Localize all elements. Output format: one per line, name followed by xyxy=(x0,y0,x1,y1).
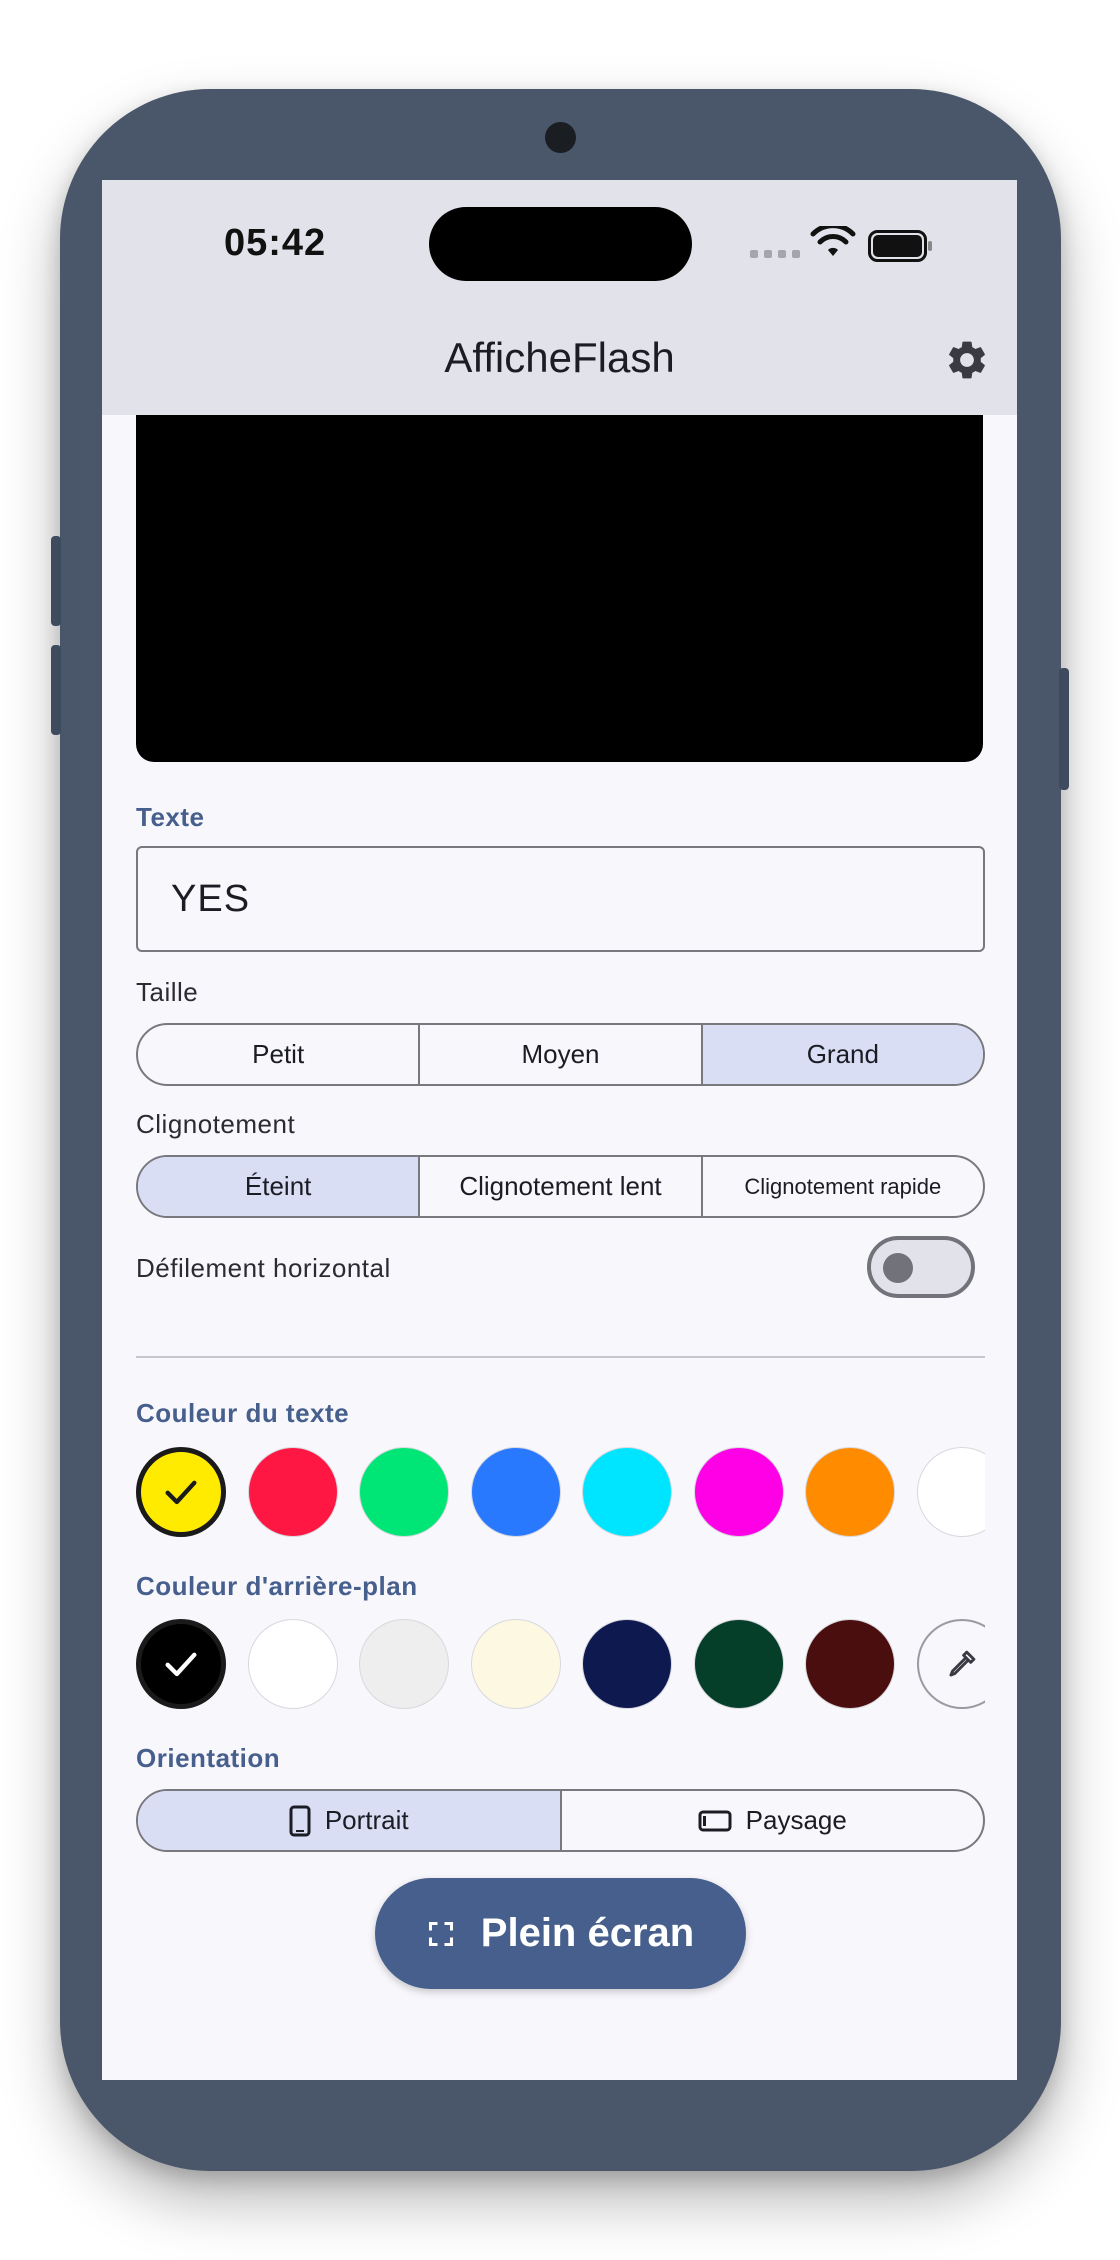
text-color-swatch-yellow[interactable] xyxy=(136,1447,226,1537)
bg-color-swatch-light-gray[interactable] xyxy=(359,1619,449,1709)
blink-option-slow[interactable]: Clignotement lent xyxy=(420,1157,703,1216)
size-selector: Petit Moyen Grand xyxy=(136,1023,985,1086)
top-bar: 05:42 AfficheFlash xyxy=(102,180,1017,415)
bg-color-swatch-cream[interactable] xyxy=(471,1619,561,1709)
check-icon xyxy=(165,1652,197,1677)
text-input[interactable]: YES xyxy=(136,846,985,952)
power-button xyxy=(1059,668,1069,790)
orientation-option-portrait[interactable]: Portrait xyxy=(138,1791,562,1850)
bg-color-palette xyxy=(136,1616,985,1712)
volume-up-button xyxy=(51,536,61,626)
bg-color-picker-button[interactable] xyxy=(917,1619,985,1709)
bg-color-swatch-navy[interactable] xyxy=(582,1619,672,1709)
fullscreen-button[interactable]: Plein écran xyxy=(375,1878,746,1989)
size-option-small[interactable]: Petit xyxy=(138,1025,421,1084)
check-icon xyxy=(165,1480,197,1505)
dynamic-island xyxy=(429,207,692,281)
scroll-toggle-knob xyxy=(883,1253,913,1283)
app-title: AfficheFlash xyxy=(444,334,675,381)
divider xyxy=(136,1356,985,1358)
text-color-swatch-orange[interactable] xyxy=(805,1447,895,1537)
phone-portrait-icon xyxy=(289,1805,311,1836)
orientation-portrait-label: Portrait xyxy=(324,1805,409,1835)
text-color-swatch-white[interactable] xyxy=(917,1447,985,1537)
orientation-selector: Portrait Paysage xyxy=(136,1789,985,1852)
bg-color-swatch-white[interactable] xyxy=(248,1619,338,1709)
fullscreen-label: Plein écran xyxy=(480,1911,695,1955)
bg-color-swatch-dark-green[interactable] xyxy=(694,1619,784,1709)
display-preview[interactable] xyxy=(136,415,983,762)
bg-color-swatch-maroon[interactable] xyxy=(805,1619,895,1709)
text-color-swatch-magenta[interactable] xyxy=(694,1447,784,1537)
text-color-swatch-cyan[interactable] xyxy=(582,1447,672,1537)
text-label: Texte xyxy=(136,802,205,832)
orientation-label: Orientation xyxy=(136,1743,281,1773)
front-camera xyxy=(545,122,576,153)
size-option-medium[interactable]: Moyen xyxy=(420,1025,703,1084)
scroll-label: Défilement horizontal xyxy=(136,1253,391,1283)
orientation-landscape-label: Paysage xyxy=(745,1805,847,1835)
bg-color-label: Couleur d'arrière-plan xyxy=(136,1571,418,1601)
gear-icon[interactable] xyxy=(944,337,990,383)
battery-icon xyxy=(868,230,932,262)
orientation-option-landscape[interactable]: Paysage xyxy=(562,1791,984,1850)
phone-landscape-icon xyxy=(698,1810,732,1831)
app-screen: 05:42 AfficheFlash Texte YES Taille Peti… xyxy=(102,180,1017,2080)
status-time: 05:42 xyxy=(224,222,327,264)
blink-label: Clignotement xyxy=(136,1109,296,1139)
blink-selector: Éteint Clignotement lent Clignotement ra… xyxy=(136,1155,985,1218)
size-label: Taille xyxy=(136,977,199,1007)
scroll-toggle[interactable] xyxy=(867,1236,975,1298)
blink-option-fast[interactable]: Clignotement rapide xyxy=(703,1157,983,1216)
size-option-large[interactable]: Grand xyxy=(702,1025,983,1084)
text-color-swatch-green[interactable] xyxy=(359,1447,449,1537)
wifi-icon xyxy=(810,226,856,256)
eyedropper-icon xyxy=(949,1650,976,1677)
fullscreen-icon xyxy=(428,1921,453,1946)
cellular-signal-icon xyxy=(750,250,800,258)
volume-down-button xyxy=(51,645,61,735)
bg-color-swatch-black[interactable] xyxy=(136,1619,226,1709)
text-color-swatch-red[interactable] xyxy=(248,1447,338,1537)
text-color-swatch-blue[interactable] xyxy=(471,1447,561,1537)
blink-option-off[interactable]: Éteint xyxy=(138,1157,421,1216)
text-color-label: Couleur du texte xyxy=(136,1398,350,1428)
text-color-palette xyxy=(136,1444,985,1540)
